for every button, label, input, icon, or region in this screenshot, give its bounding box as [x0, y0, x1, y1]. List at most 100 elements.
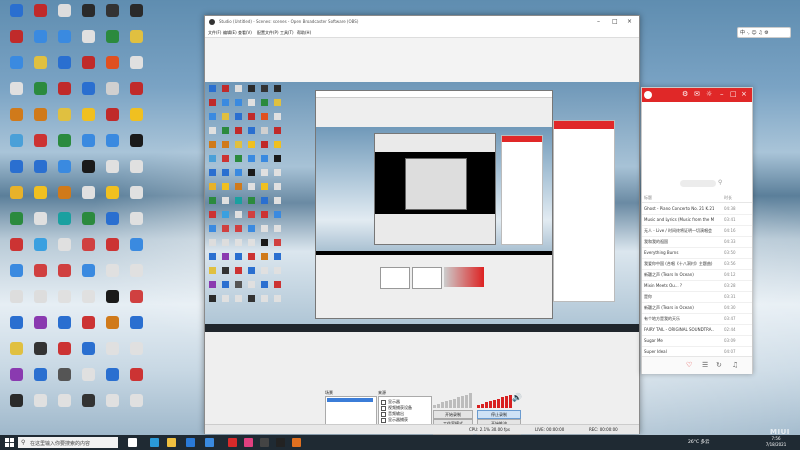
windows-start-icon[interactable]	[5, 438, 14, 447]
desktop-shortcut-icon[interactable]	[58, 186, 71, 199]
menu-tools[interactable]: 工具(T)	[280, 30, 294, 36]
desktop-shortcut-icon[interactable]	[34, 368, 47, 381]
desktop-shortcut-icon[interactable]	[106, 238, 119, 251]
mute-icon[interactable]: 🔊	[512, 393, 522, 402]
minimize-icon[interactable]: –	[720, 90, 724, 98]
scene-item-selected[interactable]	[327, 398, 373, 402]
music-player-window[interactable]: ⚙ ✉ ☼ – □ × ⚲ 标题 时长 Ghost - Piano Concer…	[641, 87, 753, 374]
desktop-shortcut-icon[interactable]	[82, 186, 95, 199]
desktop-shortcut-icon[interactable]	[106, 316, 119, 329]
desktop-shortcut-icon[interactable]	[58, 316, 71, 329]
desktop-shortcut-icon[interactable]	[58, 212, 71, 225]
volume-icon[interactable]: ♫	[732, 361, 738, 369]
app-red-icon[interactable]	[228, 438, 237, 447]
skin-icon[interactable]: ☼	[706, 90, 712, 98]
desktop-shortcut-icon[interactable]	[34, 160, 47, 173]
desktop-shortcut-icon[interactable]	[82, 316, 95, 329]
desktop-shortcut-icon[interactable]	[34, 212, 47, 225]
desktop-shortcut-icon[interactable]	[10, 394, 23, 407]
desktop-shortcut-icon[interactable]	[106, 82, 119, 95]
obs-icon[interactable]	[260, 438, 269, 447]
desktop-shortcut-icon[interactable]	[82, 290, 95, 303]
search-icon[interactable]: ⚲	[718, 179, 722, 186]
desktop-shortcut-icon[interactable]	[34, 82, 47, 95]
desktop-shortcut-icon[interactable]	[130, 264, 143, 277]
playlist-icon[interactable]: ☰	[702, 361, 708, 369]
desktop-shortcut-icon[interactable]	[34, 316, 47, 329]
desktop-shortcut-icon[interactable]	[130, 394, 143, 407]
desktop-shortcut-icon[interactable]	[34, 56, 47, 69]
desktop-shortcut-icon[interactable]	[106, 108, 119, 121]
desktop-shortcut-icon[interactable]	[106, 4, 119, 17]
desktop-shortcut-icon[interactable]	[34, 30, 47, 43]
desktop-shortcut-icon[interactable]	[82, 368, 95, 381]
desktop-shortcut-icon[interactable]	[10, 368, 23, 381]
menu-profile[interactable]: 配置文件(P)	[257, 30, 279, 36]
desktop-shortcut-icon[interactable]	[130, 82, 143, 95]
desktop-shortcut-icon[interactable]	[106, 134, 119, 147]
desktop-shortcut-icon[interactable]	[130, 56, 143, 69]
desktop-shortcut-icon[interactable]	[130, 368, 143, 381]
music-search-input[interactable]	[680, 180, 716, 187]
desktop-shortcut-icon[interactable]	[82, 394, 95, 407]
stop-recording-button[interactable]: 停止录制	[477, 410, 521, 419]
checkbox[interactable]	[381, 411, 386, 417]
desktop-shortcut-icon[interactable]	[82, 342, 95, 355]
checkbox[interactable]	[381, 417, 386, 423]
mail-icon[interactable]	[205, 438, 214, 447]
desktop-shortcut-icon[interactable]	[58, 368, 71, 381]
settings-icon[interactable]: ⚙	[682, 90, 688, 98]
desktop-shortcut-icon[interactable]	[58, 394, 71, 407]
desktop-shortcut-icon[interactable]	[82, 56, 95, 69]
desktop-shortcut-icon[interactable]	[106, 160, 119, 173]
desktop-shortcut-icon[interactable]	[10, 264, 23, 277]
desktop-shortcut-icon[interactable]	[106, 368, 119, 381]
desktop-shortcut-icon[interactable]	[82, 82, 95, 95]
system-clock[interactable]: 7:56 7/18/2021	[762, 436, 790, 448]
obs-window[interactable]: Studio (Untitled) - Scenes: scenes - Ope…	[204, 15, 640, 435]
desktop-shortcut-icon[interactable]	[130, 134, 143, 147]
desktop-shortcut-icon[interactable]	[58, 30, 71, 43]
desktop-shortcut-icon[interactable]	[130, 212, 143, 225]
user-avatar-icon[interactable]	[644, 91, 652, 99]
desktop-shortcut-icon[interactable]	[82, 160, 95, 173]
source-item[interactable]: 显示器捕获	[381, 417, 408, 423]
checkbox[interactable]	[381, 399, 386, 405]
desktop-shortcut-icon[interactable]	[106, 264, 119, 277]
maximize-icon[interactable]: □	[612, 18, 618, 26]
desktop-shortcut-icon[interactable]	[10, 30, 23, 43]
taskbar-search-input[interactable]: ⚲ 在这里输入你要搜索的内容	[18, 437, 118, 448]
desktop-shortcut-icon[interactable]	[58, 134, 71, 147]
app-orange-icon[interactable]	[292, 438, 301, 447]
desktop-shortcut-icon[interactable]	[34, 342, 47, 355]
desktop-shortcut-icon[interactable]	[82, 4, 95, 17]
desktop-shortcut-icon[interactable]	[130, 30, 143, 43]
desktop-shortcut-icon[interactable]	[130, 342, 143, 355]
desktop-shortcut-icon[interactable]	[58, 238, 71, 251]
desktop-shortcut-icon[interactable]	[34, 108, 47, 121]
obs-titlebar[interactable]: Studio (Untitled) - Scenes: scenes - Ope…	[205, 16, 639, 28]
app-pink-icon[interactable]	[244, 438, 253, 447]
desktop-shortcut-icon[interactable]	[34, 264, 47, 277]
store-icon[interactable]	[186, 438, 195, 447]
edge-icon[interactable]	[150, 438, 159, 447]
like-icon[interactable]: ♡	[686, 361, 692, 369]
desktop-shortcut-icon[interactable]	[10, 342, 23, 355]
desktop-shortcut-icon[interactable]	[130, 316, 143, 329]
desktop-shortcut-icon[interactable]	[58, 82, 71, 95]
desktop-shortcut-icon[interactable]	[58, 264, 71, 277]
desktop-shortcut-icon[interactable]	[34, 134, 47, 147]
desktop-shortcut-icon[interactable]	[34, 4, 47, 17]
close-icon[interactable]: ×	[741, 90, 747, 98]
desktop-shortcut-icon[interactable]	[58, 56, 71, 69]
loop-icon[interactable]: ↻	[716, 361, 722, 369]
desktop-shortcut-icon[interactable]	[82, 108, 95, 121]
desktop-shortcut-icon[interactable]	[10, 160, 23, 173]
desktop-shortcut-icon[interactable]	[130, 160, 143, 173]
desktop-shortcut-icon[interactable]	[34, 394, 47, 407]
checkbox[interactable]	[381, 405, 386, 411]
desktop-shortcut-icon[interactable]	[10, 4, 23, 17]
desktop-shortcut-icon[interactable]	[58, 160, 71, 173]
source-item[interactable]: 显示器	[381, 399, 400, 405]
menu-file[interactable]: 文件(F)	[208, 30, 221, 36]
